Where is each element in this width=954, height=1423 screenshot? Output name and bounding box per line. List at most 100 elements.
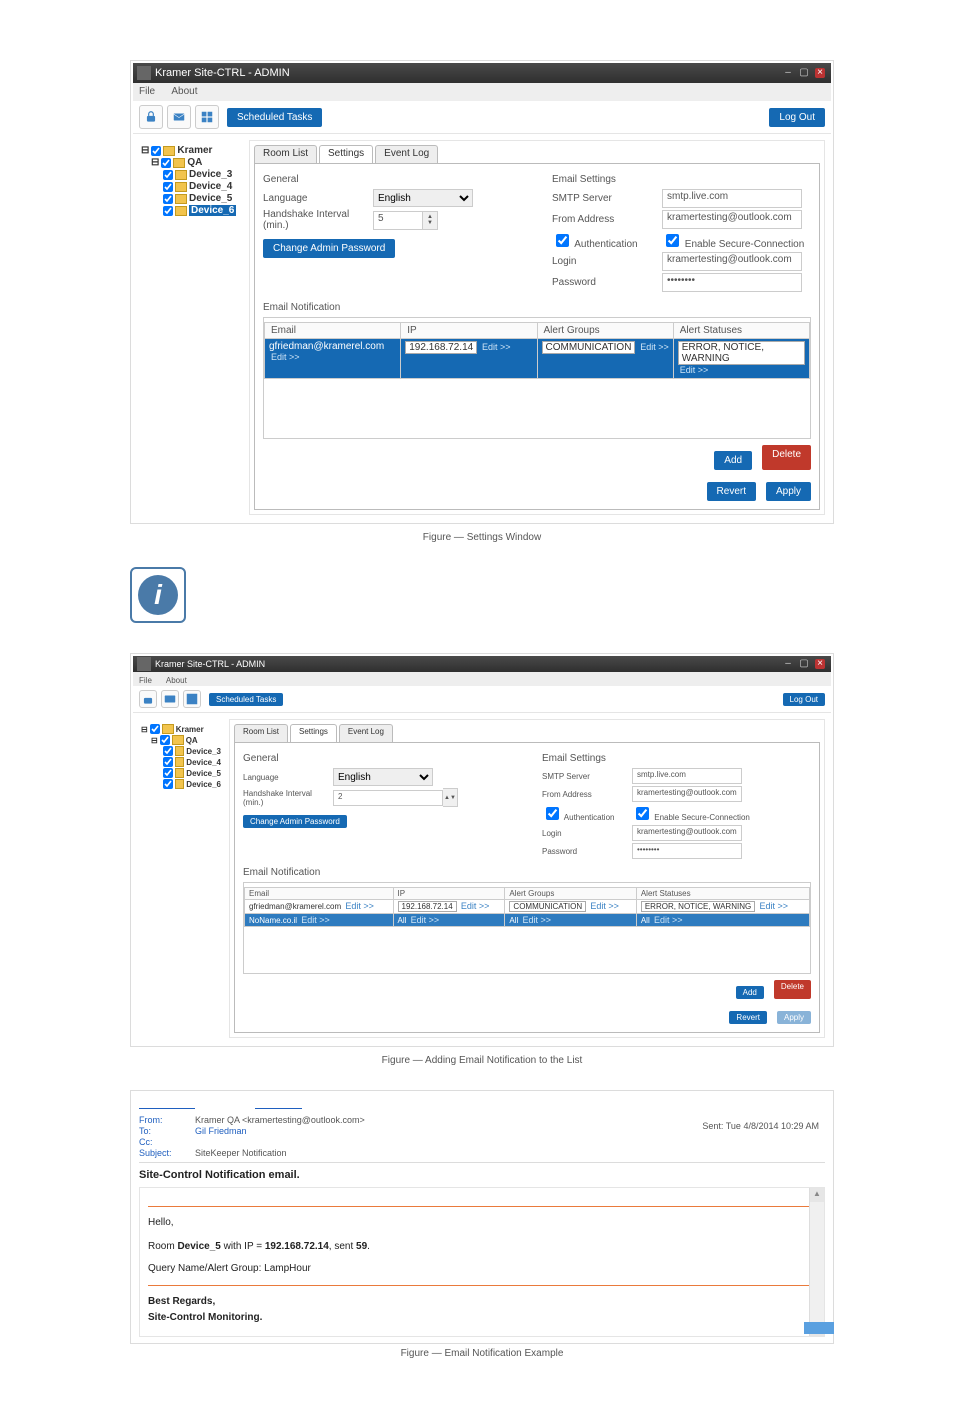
email-from-value: Kramer QA <kramertesting@outlook.com> [195, 1115, 365, 1125]
toolbar-mail-icon[interactable] [167, 105, 191, 129]
tree-group-qa[interactable]: ⊟ QA [141, 735, 221, 745]
scheduled-tasks-button[interactable]: Scheduled Tasks [209, 693, 283, 706]
smtp-input[interactable]: smtp.live.com [662, 189, 802, 208]
logout-button[interactable]: Log Out [783, 693, 825, 706]
tab-event-log[interactable]: Event Log [339, 724, 393, 742]
table-row[interactable]: NoName.co.il Edit >> All Edit >> All Edi… [245, 914, 810, 927]
tree-device-5[interactable]: Device_5 [141, 768, 221, 778]
menu-about[interactable]: About [166, 676, 187, 685]
col-email: Email [265, 323, 401, 339]
edit-link[interactable]: Edit >> [482, 342, 511, 352]
apply-button[interactable]: Apply [777, 1011, 811, 1024]
tree-item-checkbox[interactable] [163, 170, 173, 180]
menu-about[interactable]: About [171, 86, 197, 97]
authentication-checkbox[interactable] [556, 234, 569, 247]
handshake-spinner[interactable]: ▲▼ [443, 788, 458, 807]
tree-group-checkbox[interactable] [161, 158, 171, 168]
close-icon[interactable]: × [815, 659, 825, 669]
tree-device-4[interactable]: Device_4 [141, 181, 241, 192]
tree-root-checkbox[interactable] [151, 146, 161, 156]
from-input[interactable]: kramertesting@outlook.com [662, 210, 802, 229]
delete-button[interactable]: Delete [774, 980, 811, 999]
tree-device-3[interactable]: Device_3 [141, 169, 241, 180]
edit-link[interactable]: Edit >> [590, 901, 619, 911]
login-input[interactable]: kramertesting@outlook.com [632, 825, 742, 841]
tree-device-6[interactable]: Device_6 [141, 205, 241, 216]
email-to-label: To: [139, 1126, 183, 1136]
tree-device-3[interactable]: Device_3 [141, 746, 221, 756]
change-password-button[interactable]: Change Admin Password [243, 815, 347, 828]
handshake-spinner[interactable]: ▲▼ [423, 211, 438, 230]
table-row[interactable]: gfriedman@kramerel.com Edit >> 192.168.7… [245, 900, 810, 914]
toolbar-mail-icon[interactable] [161, 690, 179, 708]
tab-settings[interactable]: Settings [290, 724, 337, 742]
edit-link[interactable]: Edit >> [271, 352, 300, 362]
language-select[interactable]: English [373, 189, 473, 207]
edit-link[interactable]: Edit >> [759, 901, 788, 911]
edit-link[interactable]: Edit >> [523, 915, 552, 925]
tab-room-list[interactable]: Room List [254, 145, 317, 163]
tree-item-checkbox[interactable] [163, 194, 173, 204]
edit-link[interactable]: Edit >> [654, 915, 683, 925]
folder-icon [175, 206, 187, 216]
menu-file[interactable]: File [139, 86, 155, 97]
menu-bar: File About [133, 83, 831, 101]
apply-button[interactable]: Apply [766, 482, 811, 501]
email-title: Site-Control Notification email. [139, 1169, 825, 1181]
email-scrollbar[interactable]: ▲ ▼ [809, 1188, 824, 1336]
minimize-icon[interactable]: – [783, 68, 793, 78]
close-icon[interactable]: × [815, 68, 825, 78]
password-input[interactable]: •••••••• [662, 273, 802, 292]
login-input[interactable]: kramertesting@outlook.com [662, 252, 802, 271]
tab-settings[interactable]: Settings [319, 145, 373, 163]
edit-link[interactable]: Edit >> [345, 901, 374, 911]
folder-icon [175, 170, 187, 180]
tree-item-checkbox[interactable] [163, 182, 173, 192]
maximize-icon[interactable]: ▢ [799, 68, 809, 78]
language-select[interactable]: English [333, 768, 433, 786]
tree-group-qa[interactable]: ⊟ QA [141, 157, 241, 168]
scheduled-tasks-button[interactable]: Scheduled Tasks [227, 108, 322, 127]
edit-link[interactable]: Edit >> [461, 901, 490, 911]
handshake-value[interactable]: 2 [333, 790, 443, 806]
from-input[interactable]: kramertesting@outlook.com [632, 786, 742, 802]
toolbar-lock-icon[interactable] [139, 690, 157, 708]
handshake-value[interactable]: 5 [373, 211, 423, 230]
toolbar-lock-icon[interactable] [139, 105, 163, 129]
change-password-button[interactable]: Change Admin Password [263, 239, 395, 258]
secure-connection-checkbox[interactable] [636, 807, 649, 820]
tree-device-5[interactable]: Device_5 [141, 193, 241, 204]
add-button[interactable]: Add [714, 451, 752, 470]
table-row[interactable]: gfriedman@kramerel.com Edit >> 192.168.7… [265, 339, 810, 379]
tree-root[interactable]: ⊟ Kramer [141, 145, 241, 156]
revert-button[interactable]: Revert [729, 1011, 767, 1024]
tree-device-4[interactable]: Device_4 [141, 757, 221, 767]
tree-device-6[interactable]: Device_6 [141, 779, 221, 789]
edit-link[interactable]: Edit >> [411, 915, 440, 925]
smtp-input[interactable]: smtp.live.com [632, 768, 742, 784]
password-input[interactable]: •••••••• [632, 843, 742, 859]
menu-file[interactable]: File [139, 676, 152, 685]
toolbar-grid-icon[interactable] [183, 690, 201, 708]
tab-room-list[interactable]: Room List [234, 724, 288, 742]
email-hello: Hello, [148, 1215, 816, 1231]
email-top-link[interactable] [255, 1097, 302, 1109]
maximize-icon[interactable]: ▢ [799, 659, 809, 669]
logout-button[interactable]: Log Out [769, 108, 825, 127]
edit-link[interactable]: Edit >> [680, 365, 709, 375]
secure-connection-checkbox[interactable] [666, 234, 679, 247]
authentication-checkbox[interactable] [546, 807, 559, 820]
add-button[interactable]: Add [736, 986, 764, 999]
email-top-link[interactable] [139, 1097, 195, 1109]
delete-button[interactable]: Delete [762, 445, 811, 470]
tree-root[interactable]: ⊟ Kramer [141, 724, 221, 734]
minimize-icon[interactable]: – [783, 659, 793, 669]
revert-button[interactable]: Revert [707, 482, 756, 501]
toolbar-grid-icon[interactable] [195, 105, 219, 129]
scroll-up-icon[interactable]: ▲ [810, 1188, 824, 1202]
edit-link[interactable]: Edit >> [301, 915, 330, 925]
email-line1: Room Device_5 with IP = 192.168.72.14, s… [148, 1239, 816, 1255]
edit-link[interactable]: Edit >> [640, 342, 669, 352]
tree-item-checkbox[interactable] [163, 206, 173, 216]
tab-event-log[interactable]: Event Log [375, 145, 438, 163]
